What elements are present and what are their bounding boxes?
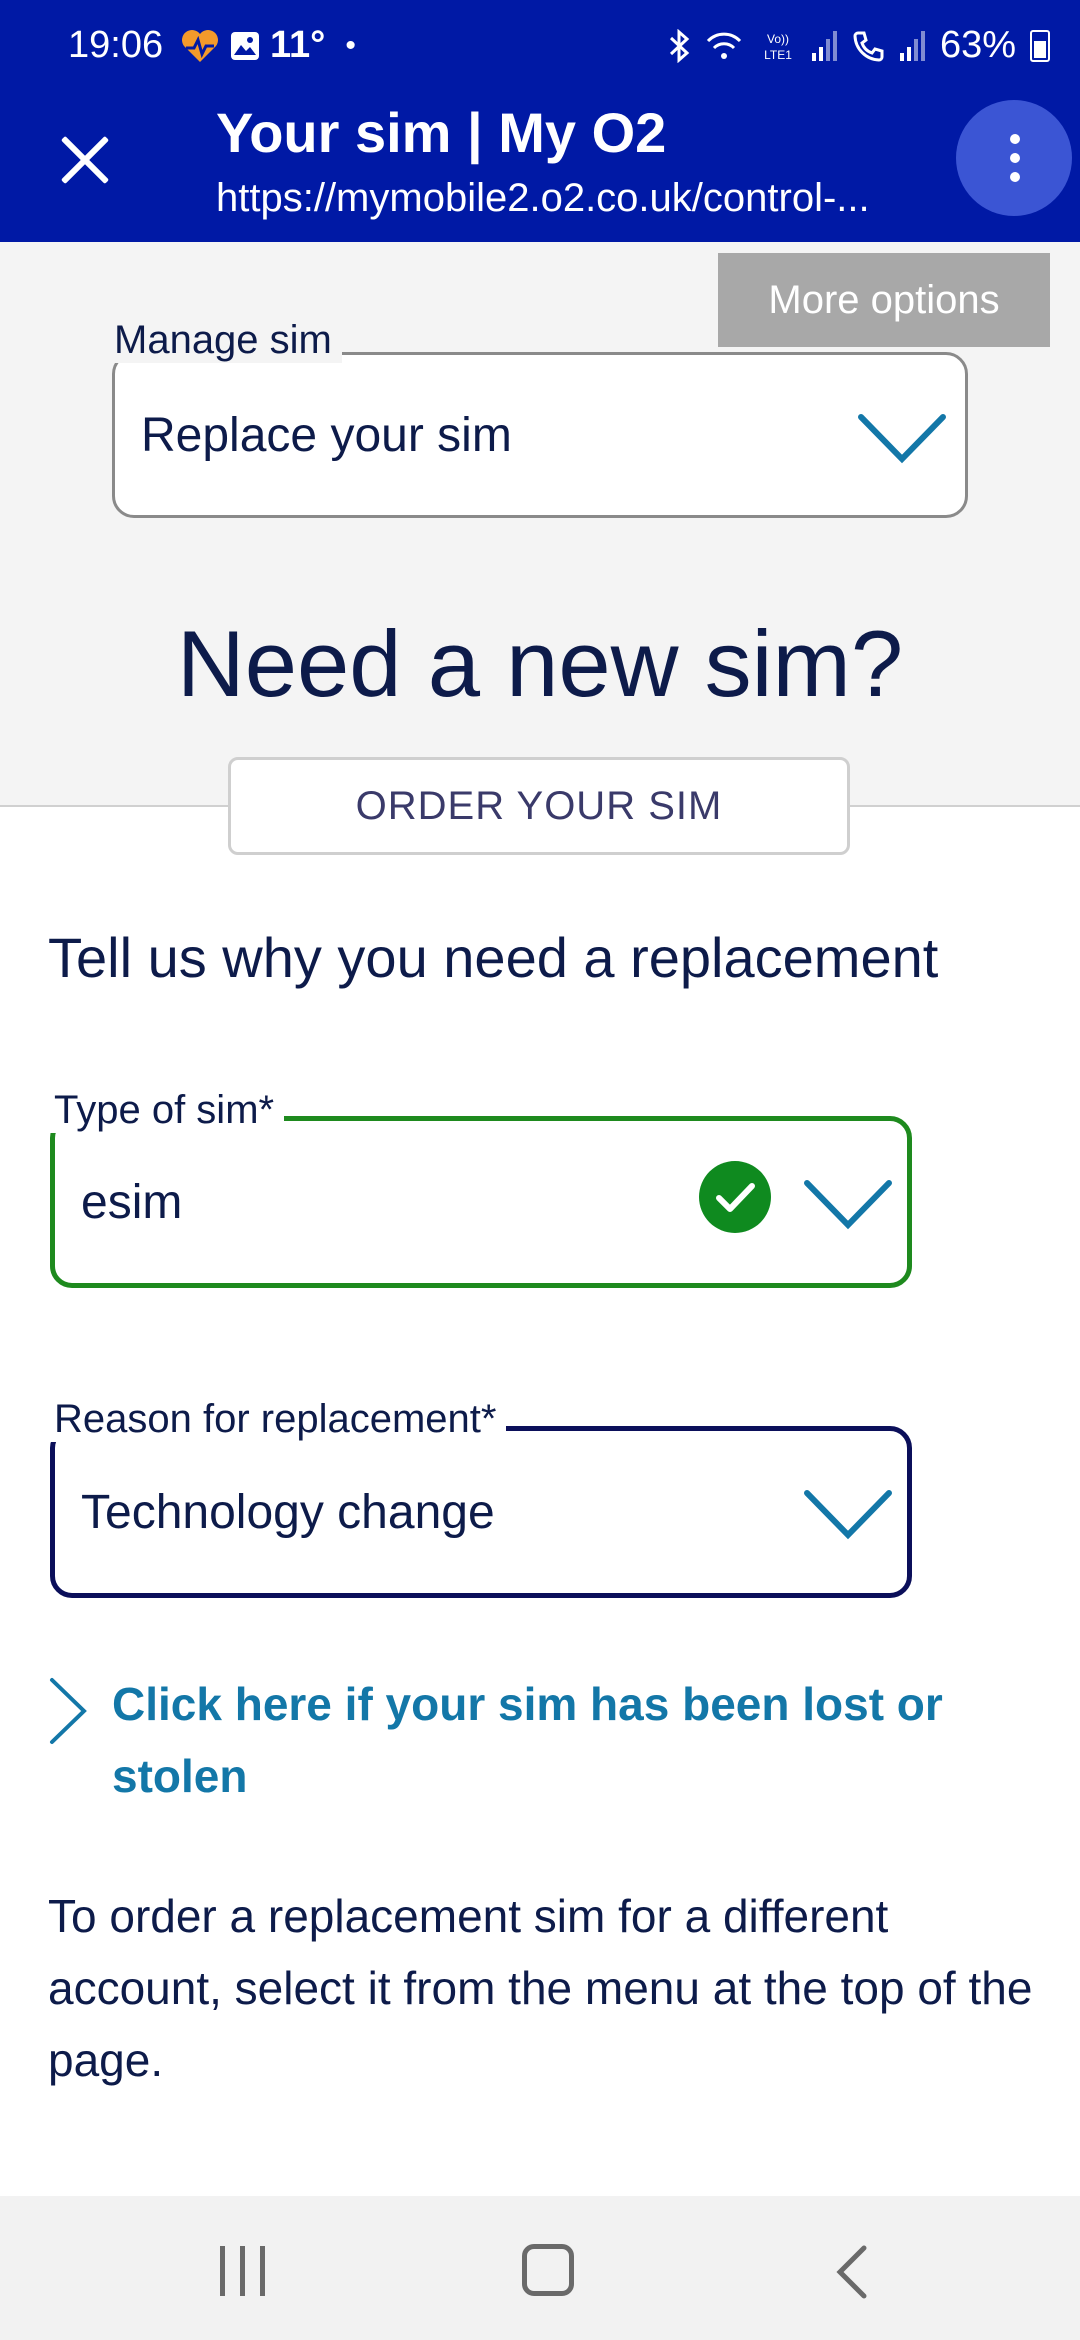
order-your-sim-button[interactable]: ORDER YOUR SIM: [228, 757, 850, 855]
signal-1-icon: [811, 30, 838, 61]
call-icon: [853, 31, 884, 62]
different-account-info: To order a replacement sim for a differe…: [48, 1890, 1033, 2086]
reason-for-replacement-select[interactable]: Technology change: [50, 1426, 912, 1598]
volte-icon: Vo)) LTE1: [764, 32, 792, 62]
back-icon[interactable]: [832, 2244, 872, 2300]
chevron-right-icon: [50, 1678, 87, 1744]
bluetooth-icon: [669, 28, 690, 63]
browser-header: 19:06 11° • Vo)) LTE1 63% Your sim | My …: [0, 0, 1080, 242]
chevron-down-icon: [804, 1490, 892, 1540]
lost-or-stolen-text[interactable]: Click here if your sim has been lost or …: [112, 1668, 1012, 1812]
type-of-sim-label: Type of sim*: [44, 1088, 285, 1133]
close-icon[interactable]: [50, 125, 120, 195]
status-time: 19:06: [68, 24, 164, 66]
recent-apps-icon[interactable]: [218, 2246, 268, 2296]
manage-sim-value: Replace your sim: [141, 408, 512, 462]
notification-dot-icon: •: [345, 28, 356, 62]
gallery-icon: [231, 31, 259, 60]
type-of-sim-value: esim: [81, 1175, 183, 1229]
status-system-icons: Vo)) LTE1 63%: [668, 24, 1050, 67]
chevron-down-icon: [804, 1180, 892, 1230]
page-url[interactable]: https://mymobile2.o2.co.uk/control-...: [216, 176, 926, 221]
reason-value: Technology change: [81, 1485, 495, 1539]
page-title: Your sim | My O2: [216, 101, 667, 164]
reason-label: Reason for replacement*: [44, 1397, 507, 1442]
chevron-down-icon: [858, 414, 946, 464]
battery-percentage: 63%: [939, 24, 1016, 66]
valid-check-icon: [699, 1161, 771, 1233]
type-of-sim-select[interactable]: esim: [50, 1116, 912, 1288]
home-icon[interactable]: [522, 2244, 574, 2296]
more-options-button[interactable]: More options: [718, 253, 1050, 347]
new-sim-heading: Need a new sim?: [176, 611, 904, 716]
overflow-menu-icon[interactable]: [956, 100, 1072, 216]
svg-text:LTE1: LTE1: [764, 48, 792, 62]
wifi-calling-icon: [706, 32, 742, 59]
svg-text:Vo)): Vo)): [767, 32, 789, 46]
manage-sim-label: Manage sim: [104, 318, 342, 363]
signal-2-icon: [899, 30, 926, 61]
battery-icon: [1030, 29, 1050, 62]
manage-sim-select[interactable]: Replace your sim: [112, 352, 968, 518]
status-temperature: 11°: [270, 24, 326, 66]
heart-rate-icon: [182, 29, 218, 62]
replacement-subheading: Tell us why you need a replacement: [48, 926, 939, 989]
status-notification-icons: 11° •: [180, 24, 356, 67]
system-navigation-bar: [0, 2196, 1080, 2340]
